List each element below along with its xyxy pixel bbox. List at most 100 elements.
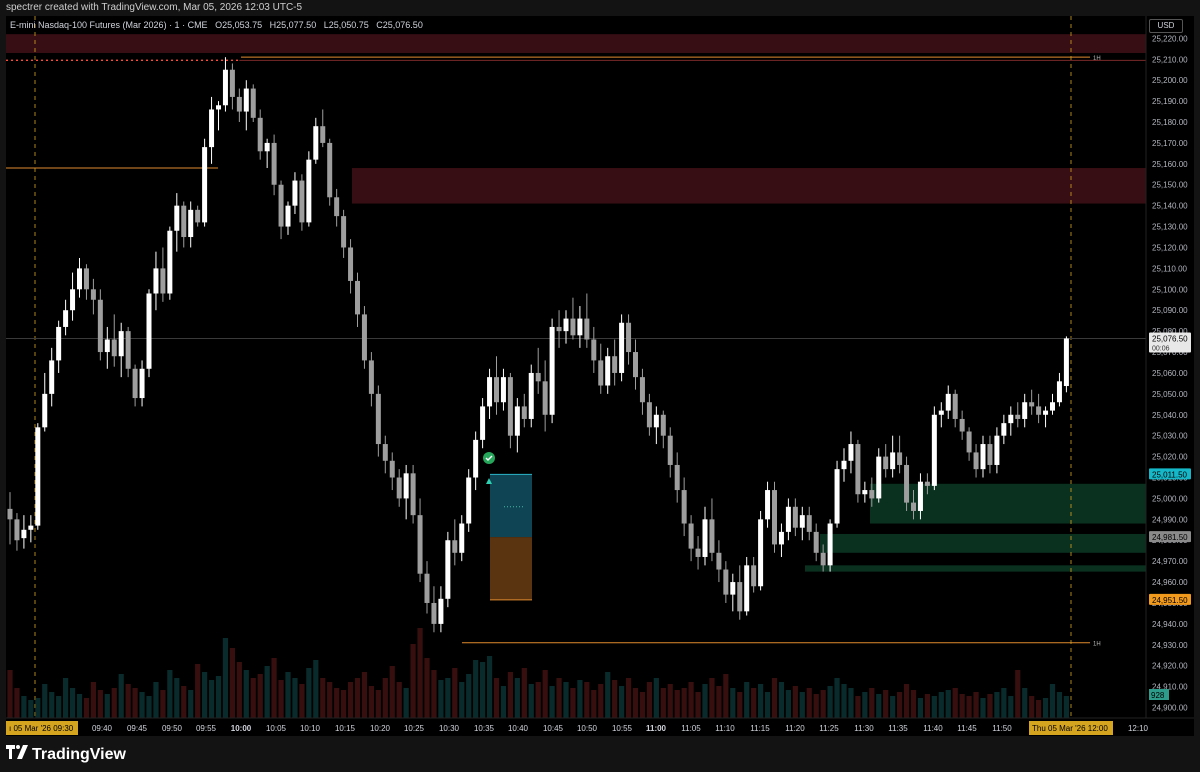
time-tick-label: 11:10 [715, 724, 735, 733]
candle-body [1043, 410, 1049, 415]
volume-bar [35, 698, 41, 718]
price-tick-label: 25,060.00 [1152, 369, 1188, 378]
candle-body [660, 414, 666, 436]
tradingview-logo[interactable]: TradingView [6, 745, 126, 764]
candle-body [862, 490, 868, 495]
candle-body [521, 406, 527, 419]
volume-bar [883, 690, 889, 718]
candle-body [306, 159, 312, 223]
candle-body [653, 414, 659, 428]
candle-body [1050, 402, 1055, 411]
candle-body [1022, 402, 1028, 419]
time-tick-label: 11:50 [992, 724, 1012, 733]
volume-bar [125, 684, 131, 718]
price-tick-label: 25,170.00 [1152, 139, 1188, 148]
candle-body [320, 126, 326, 143]
candle-body [709, 519, 715, 553]
candle-body [563, 318, 569, 332]
volume-bar [424, 658, 430, 718]
price-chart[interactable]: 1H 1H 25,220.00 25,210.00 25,200.00 25,190.00… [0, 0, 1200, 772]
candle-body [222, 69, 228, 106]
time-tick-label: 10:05 [266, 724, 287, 733]
volume-bar [1008, 696, 1014, 718]
volume-bar [76, 694, 83, 718]
volume-bar [521, 668, 527, 718]
volume-bar [188, 690, 194, 718]
volume-bar [500, 686, 507, 718]
candle-body [118, 331, 124, 357]
price-tick-label: 24,940.00 [1152, 620, 1188, 629]
volume-bar [56, 696, 62, 718]
volume-bar [945, 690, 951, 718]
volume-bar [771, 678, 778, 718]
candle-body [813, 531, 819, 553]
time-tick-label: 10:15 [335, 724, 356, 733]
volume-bar [966, 696, 972, 718]
volume-bar [473, 660, 479, 718]
candle-body [681, 490, 687, 524]
supply-zone [6, 34, 1146, 54]
candle-body [1036, 406, 1042, 415]
volume-bar [744, 682, 750, 718]
checkmark-icon [483, 452, 495, 464]
volume-bar [222, 638, 229, 718]
volume-bar [1042, 698, 1049, 718]
volume-bar [952, 688, 958, 718]
price-tick-label: 25,020.00 [1152, 453, 1188, 462]
price-tick-label: 25,050.00 [1152, 390, 1188, 399]
bottom-bar: TradingView [0, 736, 1200, 772]
volume-bar [63, 678, 69, 718]
candle-body [487, 377, 493, 407]
volume-bar [556, 678, 562, 718]
volume-bar [799, 692, 805, 718]
currency-button[interactable]: USD [1149, 19, 1183, 33]
volume-bar [195, 664, 201, 718]
candle-body [271, 142, 277, 185]
instrument-name: E-mini Nasdaq-100 Futures (Mar 2026) · 1… [10, 20, 208, 30]
volume-bar [452, 668, 458, 718]
candle-body [14, 519, 20, 541]
candle-body [403, 473, 409, 499]
time-tick-label: 09:50 [162, 724, 183, 733]
price-tick-label: 24,960.00 [1152, 578, 1188, 587]
volume-tag-label: 928 [1151, 691, 1165, 700]
volume-bar [375, 690, 381, 718]
volume-bar [7, 670, 13, 718]
time-tick-label: 11:30 [854, 724, 874, 733]
candle-body [473, 439, 479, 478]
price-tick-label: 25,190.00 [1152, 97, 1188, 106]
volume-bar [903, 684, 910, 718]
volume-bar [160, 690, 166, 718]
volume-bar [215, 676, 222, 718]
candle-body [806, 515, 812, 532]
candle-body [799, 515, 805, 528]
volume-bar [403, 688, 409, 718]
volume-bar [591, 690, 597, 718]
candle-body [507, 377, 513, 436]
volume-bar [834, 678, 840, 718]
candle-body [549, 326, 555, 415]
candle-body [848, 444, 854, 461]
volume-bar [382, 678, 388, 718]
candle-body [445, 540, 451, 599]
price-tick-label: 25,200.00 [1152, 76, 1188, 85]
candle-body [716, 552, 722, 570]
candle-body [313, 126, 319, 160]
tradingview-logo-text: TradingView [32, 746, 126, 763]
candle-body [633, 352, 638, 378]
volume-bar [181, 686, 187, 718]
tradingview-logo-icon [6, 745, 28, 764]
volume-bar [625, 678, 632, 718]
volume-bar [1049, 684, 1056, 718]
volume-bar [257, 674, 263, 718]
candle-body [28, 525, 34, 530]
volume-bar [820, 690, 826, 718]
volume-bar [299, 684, 305, 718]
time-tick-label: 10:00 [231, 724, 252, 733]
candle-body [883, 456, 889, 470]
time-tick-label: 10:25 [404, 724, 425, 733]
candle-body [410, 473, 416, 516]
time-tick-label: 09:55 [196, 724, 217, 733]
candle-body [792, 506, 798, 528]
volume-bar [813, 694, 819, 718]
